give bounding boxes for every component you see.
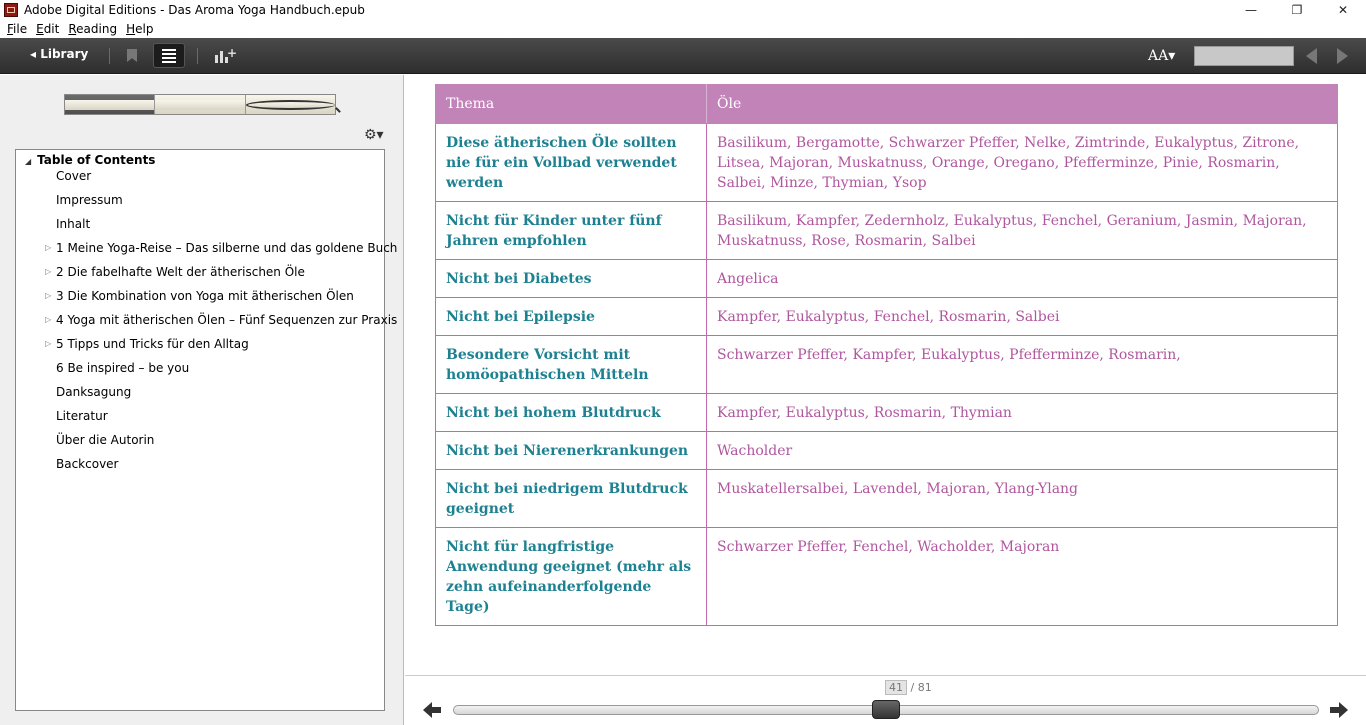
oils-cell: Angelica [706, 259, 1338, 298]
topic-cell: Nicht bei Diabetes [435, 259, 707, 298]
toc-item[interactable]: Cover [56, 169, 91, 183]
restore-icon[interactable]: ❐ [1274, 0, 1320, 20]
topic-cell: Nicht bei hohem Blutdruck [435, 393, 707, 432]
toc-list-icon [65, 99, 155, 110]
menu-help[interactable]: Help [126, 22, 153, 36]
topic-cell: Nicht bei Epilepsie [435, 297, 707, 336]
expand-arrow-icon[interactable]: ▷ [45, 315, 51, 324]
toc-item[interactable]: 6 Be inspired – be you [56, 361, 189, 375]
font-size-button[interactable]: AA▾ [1148, 48, 1175, 64]
expand-arrow-icon[interactable]: ▷ [45, 243, 51, 252]
page-navigation-bar: 41 / 81 [405, 675, 1366, 725]
previous-page-icon[interactable] [1306, 48, 1317, 64]
previous-page-arrow-icon[interactable] [423, 702, 441, 718]
toc-item[interactable]: 5 Tipps und Tricks für den Alltag [56, 337, 249, 351]
total-pages: / 81 [910, 681, 932, 694]
column-header-oils: Öle [706, 84, 1338, 124]
toc-item[interactable]: 1 Meine Yoga-Reise – Das silberne und da… [56, 241, 397, 255]
menu-bar: File Edit Reading Help [0, 20, 1366, 38]
page-indicator: 41 / 81 [885, 680, 932, 695]
table-header-row: Thema Öle [435, 84, 1338, 124]
toc-item[interactable]: 3 Die Kombination von Yoga mit ätherisch… [56, 289, 354, 303]
topic-cell: Diese ätherischen Öle sollten nie für ei… [435, 123, 707, 202]
window-title: Adobe Digital Editions - Das Aroma Yoga … [24, 3, 365, 17]
menu-reading[interactable]: Reading [68, 22, 117, 36]
add-bookmark-icon[interactable]: + [215, 46, 237, 63]
toc-toggle-button[interactable] [153, 43, 185, 68]
topic-cell: Nicht für langfristige Anwendung geeigne… [435, 527, 707, 626]
expand-arrow-icon[interactable]: ▷ [45, 291, 51, 300]
title-bar: Adobe Digital Editions - Das Aroma Yoga … [0, 0, 1366, 20]
search-input[interactable] [1194, 46, 1294, 66]
toc-item[interactable]: Backcover [56, 457, 119, 471]
page-slider-thumb[interactable] [872, 700, 900, 719]
toc-root-label[interactable]: Table of Contents [25, 153, 155, 167]
toc-item[interactable]: Danksagung [56, 385, 131, 399]
next-page-arrow-icon[interactable] [1330, 702, 1348, 718]
table-row: Diese ätherischen Öle sollten nie für ei… [435, 123, 1338, 202]
toc-item[interactable]: 2 Die fabelhafte Welt der ätherischen Öl… [56, 265, 305, 279]
reading-pane: Thema Öle Diese ätherischen Öle sollten … [405, 75, 1366, 675]
close-icon[interactable]: ✕ [1320, 0, 1366, 20]
oils-cell: Kampfer, Eukalyptus, Rosmarin, Thymian [706, 393, 1338, 432]
toolbar-divider [109, 48, 110, 64]
oils-cell: Basilikum, Bergamotte, Schwarzer Pfeffer… [706, 123, 1338, 202]
table-row: Nicht für langfristige Anwendung geeigne… [435, 527, 1338, 626]
table-row: Nicht für Kinder unter fünf Jahren empfo… [435, 201, 1338, 260]
search-icon [245, 99, 335, 110]
library-button[interactable]: ◂ Library [30, 47, 88, 61]
toc-view-tab[interactable] [65, 95, 156, 114]
toc-item[interactable]: Inhalt [56, 217, 90, 231]
column-header-topic: Thema [435, 84, 707, 124]
oils-cell: Basilikum, Kampfer, Zedernholz, Eukalypt… [706, 201, 1338, 260]
oils-table: Thema Öle Diese ätherischen Öle sollten … [435, 84, 1338, 626]
toc-tree: Table of Contents Cover Impressum Inhalt… [15, 149, 397, 711]
bookmark-list-icon [155, 99, 245, 110]
table-row: Nicht bei niedrigem Blutdruck geeignet M… [435, 469, 1338, 528]
table-row: Nicht bei Nierenerkrankungen Wacholder [435, 431, 1338, 470]
menu-edit[interactable]: Edit [36, 22, 59, 36]
topic-cell: Nicht bei niedrigem Blutdruck geeignet [435, 469, 707, 528]
topic-cell: Besondere Vorsicht mit homöopathischen M… [435, 335, 707, 394]
oils-cell: Schwarzer Pfeffer, Kampfer, Eukalyptus, … [706, 335, 1338, 394]
navigation-panel: ⚙▾ Table of Contents Cover Impressum Inh… [0, 75, 404, 725]
toc-item[interactable]: 4 Yoga mit ätherischen Ölen – Fünf Seque… [56, 313, 397, 327]
search-view-tab[interactable] [245, 95, 335, 114]
toc-item[interactable]: Literatur [56, 409, 108, 423]
app-icon [4, 3, 18, 17]
oils-cell: Kampfer, Eukalyptus, Fenchel, Rosmarin, … [706, 297, 1338, 336]
toc-item[interactable]: Impressum [56, 193, 123, 207]
minimize-icon[interactable]: — [1228, 0, 1274, 20]
toolbar: ◂ Library + AA▾ [0, 38, 1366, 74]
window-controls: — ❐ ✕ [1228, 0, 1366, 20]
bookmark-icon[interactable] [127, 49, 137, 62]
topic-cell: Nicht für Kinder unter fünf Jahren empfo… [435, 201, 707, 260]
expand-arrow-icon[interactable]: ▷ [45, 267, 51, 276]
gear-icon[interactable]: ⚙▾ [364, 127, 384, 143]
table-row: Nicht bei hohem Blutdruck Kampfer, Eukal… [435, 393, 1338, 432]
topic-cell: Nicht bei Nierenerkrankungen [435, 431, 707, 470]
next-page-icon[interactable] [1337, 48, 1348, 64]
oils-cell: Schwarzer Pfeffer, Fenchel, Wacholder, M… [706, 527, 1338, 626]
toolbar-divider [197, 48, 198, 64]
bookmarks-view-tab[interactable] [155, 95, 246, 114]
expand-arrow-icon[interactable]: ▷ [45, 339, 51, 348]
table-row: Nicht bei Epilepsie Kampfer, Eukalyptus,… [435, 297, 1338, 336]
current-page-field[interactable]: 41 [885, 680, 907, 695]
oils-cell: Muskatellersalbei, Lavendel, Majoran, Yl… [706, 469, 1338, 528]
table-row: Nicht bei Diabetes Angelica [435, 259, 1338, 298]
panel-view-switcher [64, 94, 336, 115]
toc-item[interactable]: Über die Autorin [56, 433, 154, 447]
menu-file[interactable]: File [7, 22, 27, 36]
oils-cell: Wacholder [706, 431, 1338, 470]
table-row: Besondere Vorsicht mit homöopathischen M… [435, 335, 1338, 394]
